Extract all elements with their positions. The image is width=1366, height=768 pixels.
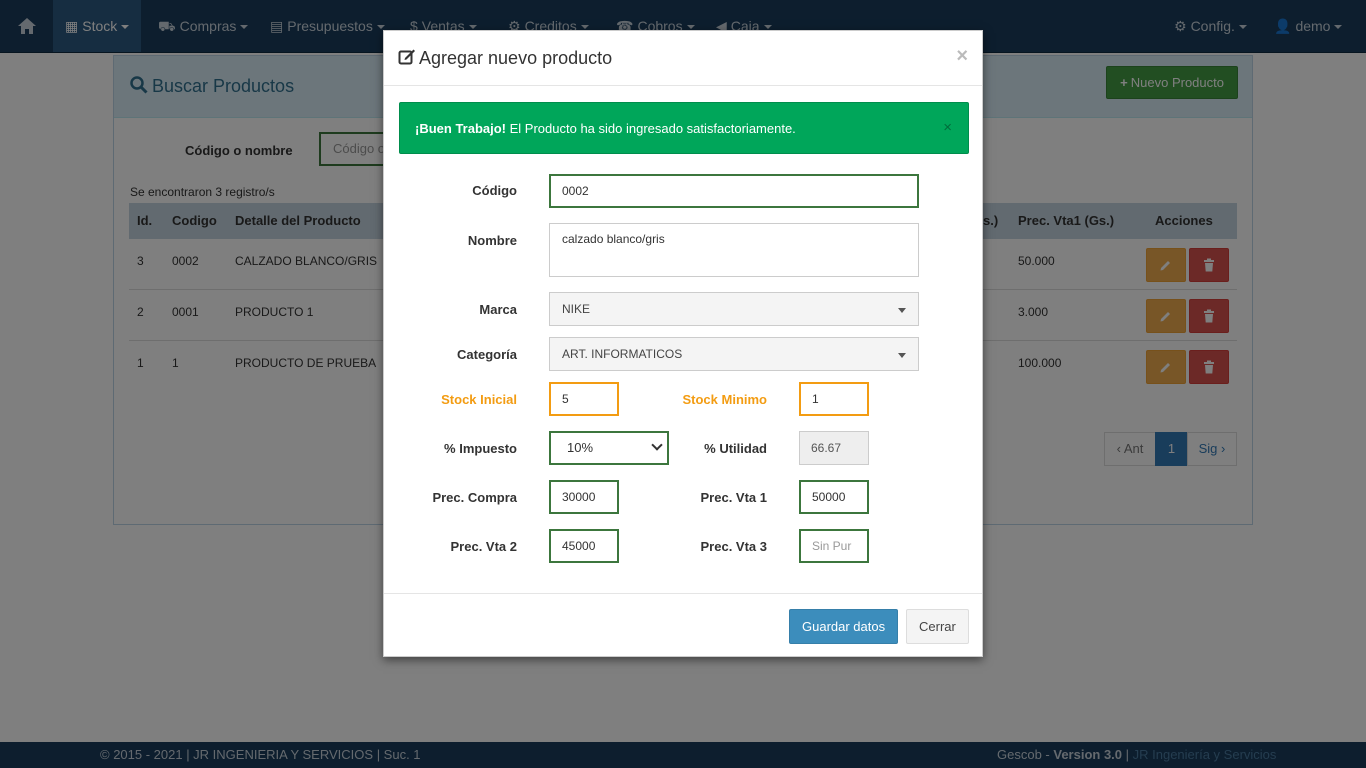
prec-vta3-label: Prec. Vta 3 — [700, 539, 768, 554]
prec-compra-label: Prec. Compra — [432, 490, 517, 505]
stock-inicial-input[interactable]: 5 — [549, 382, 619, 416]
impuesto-select[interactable]: 10% — [549, 431, 669, 465]
prec-vta2-label: Prec. Vta 2 — [450, 539, 518, 554]
marca-label: Marca — [479, 302, 517, 317]
marca-select[interactable]: NIKE — [549, 292, 919, 326]
modal-close-icon[interactable]: × — [956, 45, 968, 68]
prec-vta2-input[interactable]: 45000 — [549, 529, 619, 563]
prec-compra-input[interactable]: 30000 — [549, 480, 619, 514]
codigo-input[interactable]: 0002 — [549, 174, 919, 208]
caret-down-icon — [898, 308, 906, 313]
stock-inicial-label: Stock Inicial — [441, 392, 517, 407]
add-product-modal: Agregar nuevo producto × ¡Buen Trabajo! … — [383, 30, 983, 657]
close-button[interactable]: Cerrar — [906, 609, 969, 644]
stock-minimo-input[interactable]: 1 — [799, 382, 869, 416]
save-button[interactable]: Guardar datos — [789, 609, 899, 644]
chevron-down-icon — [651, 439, 663, 451]
utilidad-label: % Utilidad — [704, 441, 767, 456]
alert-message: ¡Buen Trabajo! El Producto ha sido ingre… — [415, 121, 796, 136]
modal-header: Agregar nuevo producto × — [384, 31, 982, 86]
caret-down-icon — [898, 353, 906, 358]
prec-vta1-label: Prec. Vta 1 — [700, 490, 768, 505]
alert-close-icon[interactable]: × — [943, 119, 952, 136]
edit-icon — [398, 49, 415, 65]
nombre-label: Nombre — [467, 233, 517, 248]
prec-vta1-input[interactable]: 50000 — [799, 480, 869, 514]
modal-title: Agregar nuevo producto — [398, 48, 612, 69]
categoria-label: Categoría — [457, 347, 517, 362]
codigo-label: Código — [472, 183, 517, 198]
success-alert: ¡Buen Trabajo! El Producto ha sido ingre… — [399, 102, 969, 154]
categoria-select[interactable]: ART. INFORMATICOS — [549, 337, 919, 371]
nombre-textarea[interactable]: calzado blanco/gris — [549, 223, 919, 277]
impuesto-label: % Impuesto — [444, 441, 517, 456]
utilidad-input[interactable]: 66.67 — [799, 431, 869, 465]
prec-vta3-input[interactable]: Sin Pur — [799, 529, 869, 563]
stock-minimo-label: Stock Minimo — [682, 392, 767, 407]
modal-footer: Guardar datos Cerrar — [384, 593, 982, 658]
